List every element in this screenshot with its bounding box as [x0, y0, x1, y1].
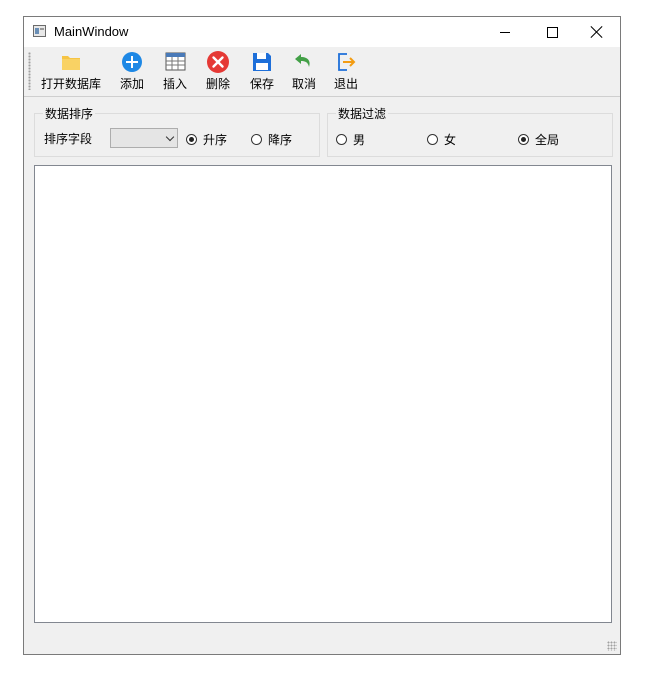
add-button[interactable]: 添加 — [120, 50, 144, 94]
title-bar: MainWindow — [24, 17, 620, 47]
sort-groupbox: 数据排序 排序字段 升序 降序 — [34, 105, 320, 157]
save-icon — [253, 53, 271, 71]
delete-icon — [207, 51, 229, 73]
female-label: 女 — [444, 133, 457, 147]
undo-icon — [295, 54, 310, 67]
minimize-button[interactable] — [482, 17, 528, 47]
data-table-view[interactable] — [34, 165, 612, 623]
cancel-label: 取消 — [292, 77, 317, 91]
female-radio-indicator — [427, 134, 438, 145]
main-window: MainWindow 打开数据库 添加 插入 删除 保存 取消 退出 数据排序 … — [23, 16, 621, 655]
sort-field-label: 排序字段 — [44, 132, 93, 146]
open-database-label: 打开数据库 — [41, 77, 102, 91]
all-radio-indicator — [518, 134, 529, 145]
close-button[interactable] — [574, 17, 620, 47]
insert-button[interactable]: 插入 — [163, 50, 187, 94]
sort-field-combobox[interactable] — [110, 128, 178, 148]
exit-label: 退出 — [334, 77, 359, 91]
table-insert-icon — [165, 52, 186, 71]
chevron-down-icon — [165, 132, 175, 142]
descending-radio[interactable]: 降序 — [251, 131, 292, 148]
folder-icon — [62, 56, 80, 70]
sort-group-title: 数据排序 — [43, 105, 96, 122]
maximize-button[interactable] — [529, 17, 575, 47]
female-radio[interactable]: 女 — [427, 131, 456, 148]
save-button[interactable]: 保存 — [250, 50, 274, 94]
filter-group-title: 数据过滤 — [336, 105, 389, 122]
open-database-button[interactable]: 打开数据库 — [41, 50, 101, 94]
male-label: 男 — [353, 133, 366, 147]
exit-button[interactable]: 退出 — [334, 50, 358, 94]
add-icon — [122, 52, 142, 72]
descending-label: 降序 — [268, 133, 293, 147]
exit-icon — [338, 53, 356, 71]
cancel-button[interactable]: 取消 — [292, 50, 316, 94]
male-radio-indicator — [336, 134, 347, 145]
close-icon — [591, 26, 603, 38]
insert-label: 插入 — [163, 77, 188, 91]
ascending-label: 升序 — [203, 133, 228, 147]
size-grip-icon[interactable] — [607, 641, 617, 651]
toolbar-grip[interactable] — [28, 52, 31, 90]
ascending-radio[interactable]: 升序 — [186, 131, 227, 148]
toolbar: 打开数据库 添加 插入 删除 保存 取消 退出 — [24, 47, 620, 97]
male-radio[interactable]: 男 — [336, 131, 365, 148]
delete-button[interactable]: 删除 — [206, 50, 230, 94]
all-label: 全局 — [535, 133, 560, 147]
minimize-icon — [500, 31, 510, 33]
all-radio[interactable]: 全局 — [518, 131, 559, 148]
add-label: 添加 — [120, 77, 145, 91]
maximize-icon — [546, 26, 558, 38]
app-icon — [33, 25, 46, 37]
filter-groupbox: 数据过滤 男 女 全局 — [327, 105, 613, 157]
descending-radio-indicator — [251, 134, 262, 145]
save-label: 保存 — [250, 77, 275, 91]
delete-label: 删除 — [206, 77, 231, 91]
window-title: MainWindow — [54, 24, 129, 39]
ascending-radio-indicator — [186, 134, 197, 145]
